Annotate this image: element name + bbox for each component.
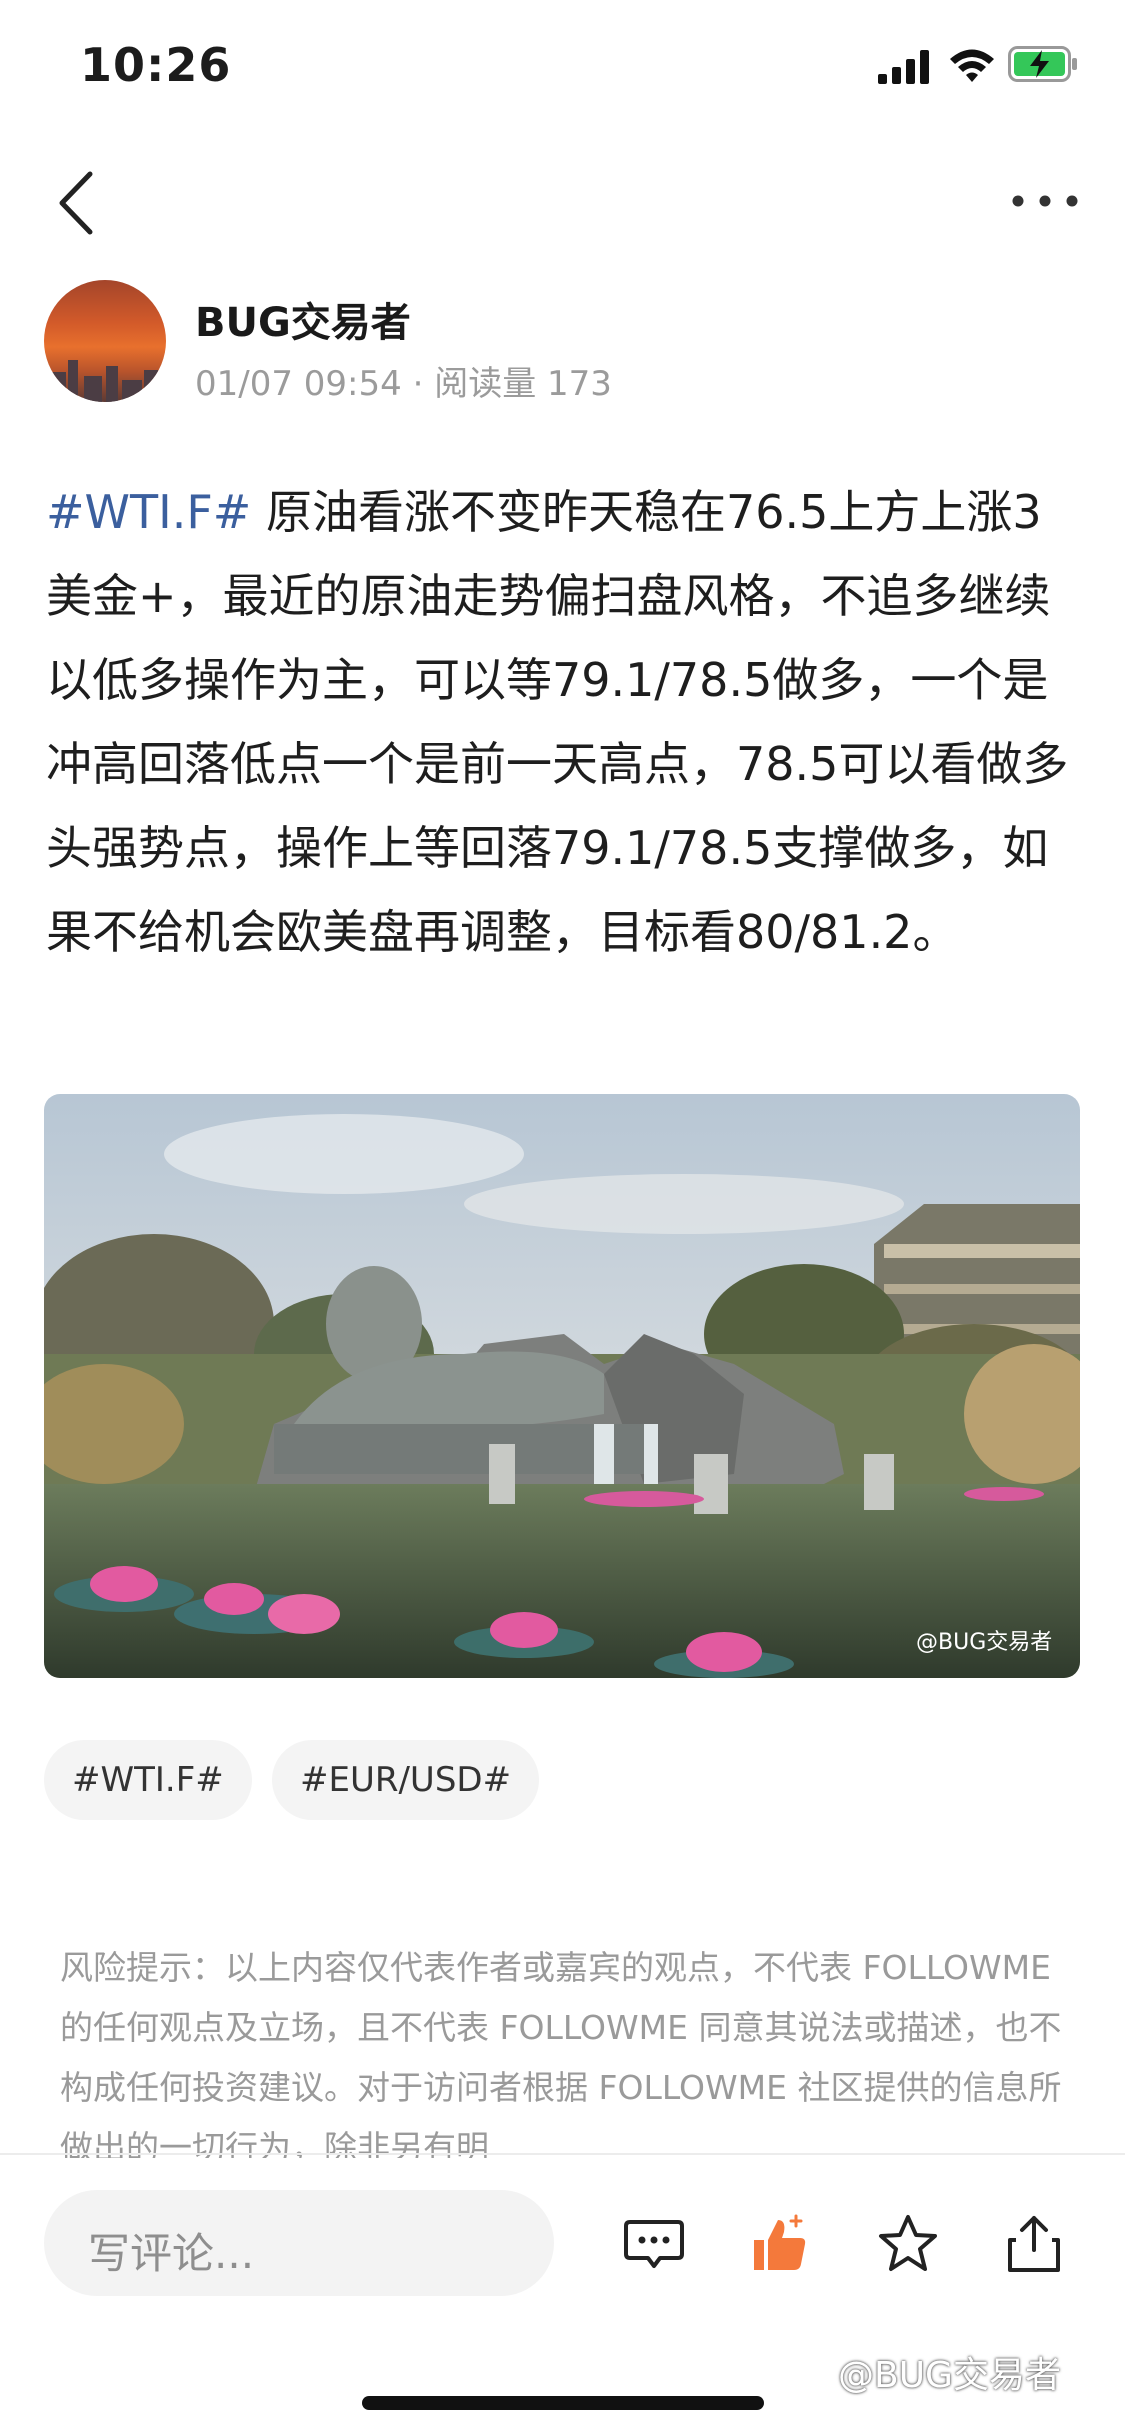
comment-placeholder: 写评论... (88, 2229, 255, 2278)
risk-disclaimer: 风险提示：以上内容仅代表作者或嘉宾的观点，不代表 FOLLOWME 的任何观点及… (60, 1948, 1062, 2158)
post-date: 01/07 09:54 (195, 364, 402, 404)
post-hashtag[interactable]: #WTI.F# (46, 485, 251, 539)
avatar[interactable] (44, 280, 166, 402)
post-meta: 01/07 09:54 · 阅读量 173 (195, 356, 612, 405)
home-indicator[interactable] (362, 2396, 764, 2410)
post-body: #WTI.F# 原油看涨不变昨天稳在76.5上方上涨3美金+，最近的原油走势偏扫… (46, 470, 1086, 974)
tag-chip-wti[interactable]: #WTI.F# (44, 1740, 252, 1820)
corner-watermark: @BUG交易者 (838, 2355, 1061, 2396)
meta-separator: · (412, 364, 424, 404)
favorite-icon[interactable] (876, 2212, 940, 2276)
image-watermark: @BUG交易者 (916, 1630, 1053, 1655)
more-icon[interactable] (1010, 190, 1080, 212)
tag-chip-eurusd[interactable]: #EUR/USD# (272, 1740, 540, 1820)
comment-icon[interactable] (622, 2212, 686, 2276)
reclining-buddha-photo (44, 1094, 1080, 1678)
wifi-icon (950, 49, 994, 82)
battery-charging-icon (1008, 46, 1077, 82)
post-text: 原油看涨不变昨天稳在76.5上方上涨3美金+，最近的原油走势偏扫盘风格，不追多继… (46, 485, 1069, 959)
like-icon[interactable] (748, 2212, 812, 2276)
bottom-bar-divider (0, 2153, 1125, 2155)
share-icon[interactable] (1002, 2212, 1066, 2276)
signal-icon (878, 50, 929, 84)
author-name[interactable]: BUG交易者 (195, 290, 411, 348)
back-icon[interactable] (54, 170, 100, 236)
read-count: 阅读量 173 (434, 364, 612, 404)
status-time: 10:26 (80, 38, 232, 92)
post-image[interactable] (44, 1094, 1080, 1678)
